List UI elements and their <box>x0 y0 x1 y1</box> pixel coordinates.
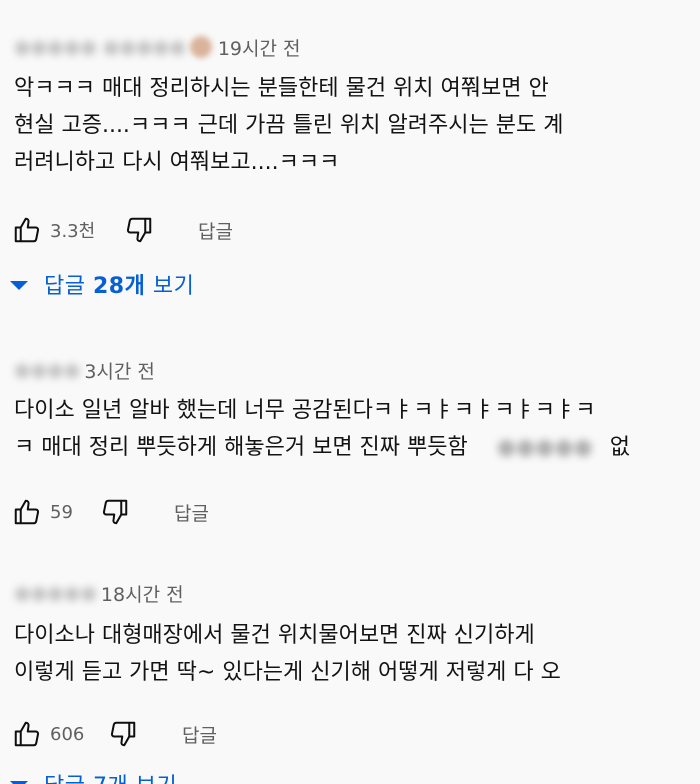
comment-body: 다이소나 대형매장에서 물건 위치물어보면 진짜 신기하게 이렇게 듣고 가면 … <box>14 617 561 691</box>
thumbs-down-icon[interactable] <box>98 495 132 529</box>
caret-down-icon <box>10 780 28 784</box>
comment-line-tail: 없 <box>609 435 630 460</box>
comment-line: 악ㅋㅋㅋ 매대 정리하시는 분들한테 물건 위치 여쭤보면 안 <box>14 76 549 101</box>
comment-line: 러려니하고 다시 여쭤보고....ㅋㅋㅋ <box>14 150 340 175</box>
comment-actions: 606 답글 <box>10 714 217 754</box>
caret-down-icon <box>10 280 28 290</box>
author-name[interactable]: ●●●●● ●●●●● <box>14 36 186 58</box>
comment-actions: 59 답글 <box>10 492 209 532</box>
thumbs-up-icon[interactable] <box>10 213 44 247</box>
comment-line: 이렇게 듣고 가면 딱~ 있다는게 신기해 어떻게 저렇게 다 오 <box>14 660 561 685</box>
comment-timestamp[interactable]: 18시간 전 <box>101 580 184 607</box>
redacted-word: ●●●●● <box>496 435 593 460</box>
reply-button[interactable]: 답글 <box>174 499 209 526</box>
author-name[interactable]: ●●●●● <box>14 582 97 604</box>
like-count: 606 <box>50 723 85 745</box>
comment-line: 현실 고증....ㅋㅋㅋ 근데 가끔 틀린 위치 알려주시는 분도 계 <box>14 113 564 138</box>
comment-body: 다이소 일년 알바 했는데 너무 공감된다ㅋㅑㅋㅑㅋㅑㅋㅑㅋㅑㅋ ㅋ 매대 정리… <box>14 392 630 466</box>
comment-header: ●●●●● 18시간 전 <box>14 578 184 608</box>
author-badge-icon <box>189 36 212 58</box>
view-replies-button[interactable]: 답글 28개 보기 <box>10 264 194 304</box>
comment-header: ●●●● 3시간 전 <box>14 355 155 385</box>
view-replies-label: 답글 28개 보기 <box>44 274 195 299</box>
thumbs-down-icon[interactable] <box>106 717 140 751</box>
comment-actions: 3.3천 답글 <box>10 210 233 250</box>
like-count: 3.3천 <box>50 221 96 242</box>
reply-button[interactable]: 답글 <box>182 721 217 748</box>
thumbs-up-icon[interactable] <box>10 717 44 751</box>
comment-timestamp[interactable]: 19시간 전 <box>218 34 301 61</box>
comment-line: ㅋ 매대 정리 뿌듯하게 해놓은거 보면 진짜 뿌듯함 ●●●●● 없 <box>14 429 630 466</box>
comment-line: 다이소 일년 알바 했는데 너무 공감된다ㅋㅑㅋㅑㅋㅑㅋㅑㅋㅑㅋ <box>14 398 596 423</box>
thumbs-down-icon[interactable] <box>122 213 156 247</box>
comment-line: 다이소나 대형매장에서 물건 위치물어보면 진짜 신기하게 <box>14 623 535 648</box>
author-name[interactable]: ●●●● <box>14 359 80 381</box>
reply-button[interactable]: 답글 <box>198 217 233 244</box>
view-replies-label: 답글 7개 보기 <box>44 768 177 784</box>
comments-section: ●●●●● ●●●●● 19시간 전 악ㅋㅋㅋ 매대 정리하시는 분들한테 물건… <box>0 0 700 784</box>
thumbs-up-icon[interactable] <box>10 495 44 529</box>
like-count: 59 <box>50 501 73 523</box>
view-replies-button[interactable]: 답글 7개 보기 <box>10 764 177 784</box>
comment-line-text: ㅋ 매대 정리 뿌듯하게 해놓은거 보면 진짜 뿌듯함 <box>14 435 468 460</box>
comment-timestamp[interactable]: 3시간 전 <box>84 357 155 384</box>
comment-body: 악ㅋㅋㅋ 매대 정리하시는 분들한테 물건 위치 여쭤보면 안 현실 고증...… <box>14 70 563 181</box>
comment-header: ●●●●● ●●●●● 19시간 전 <box>14 32 301 62</box>
